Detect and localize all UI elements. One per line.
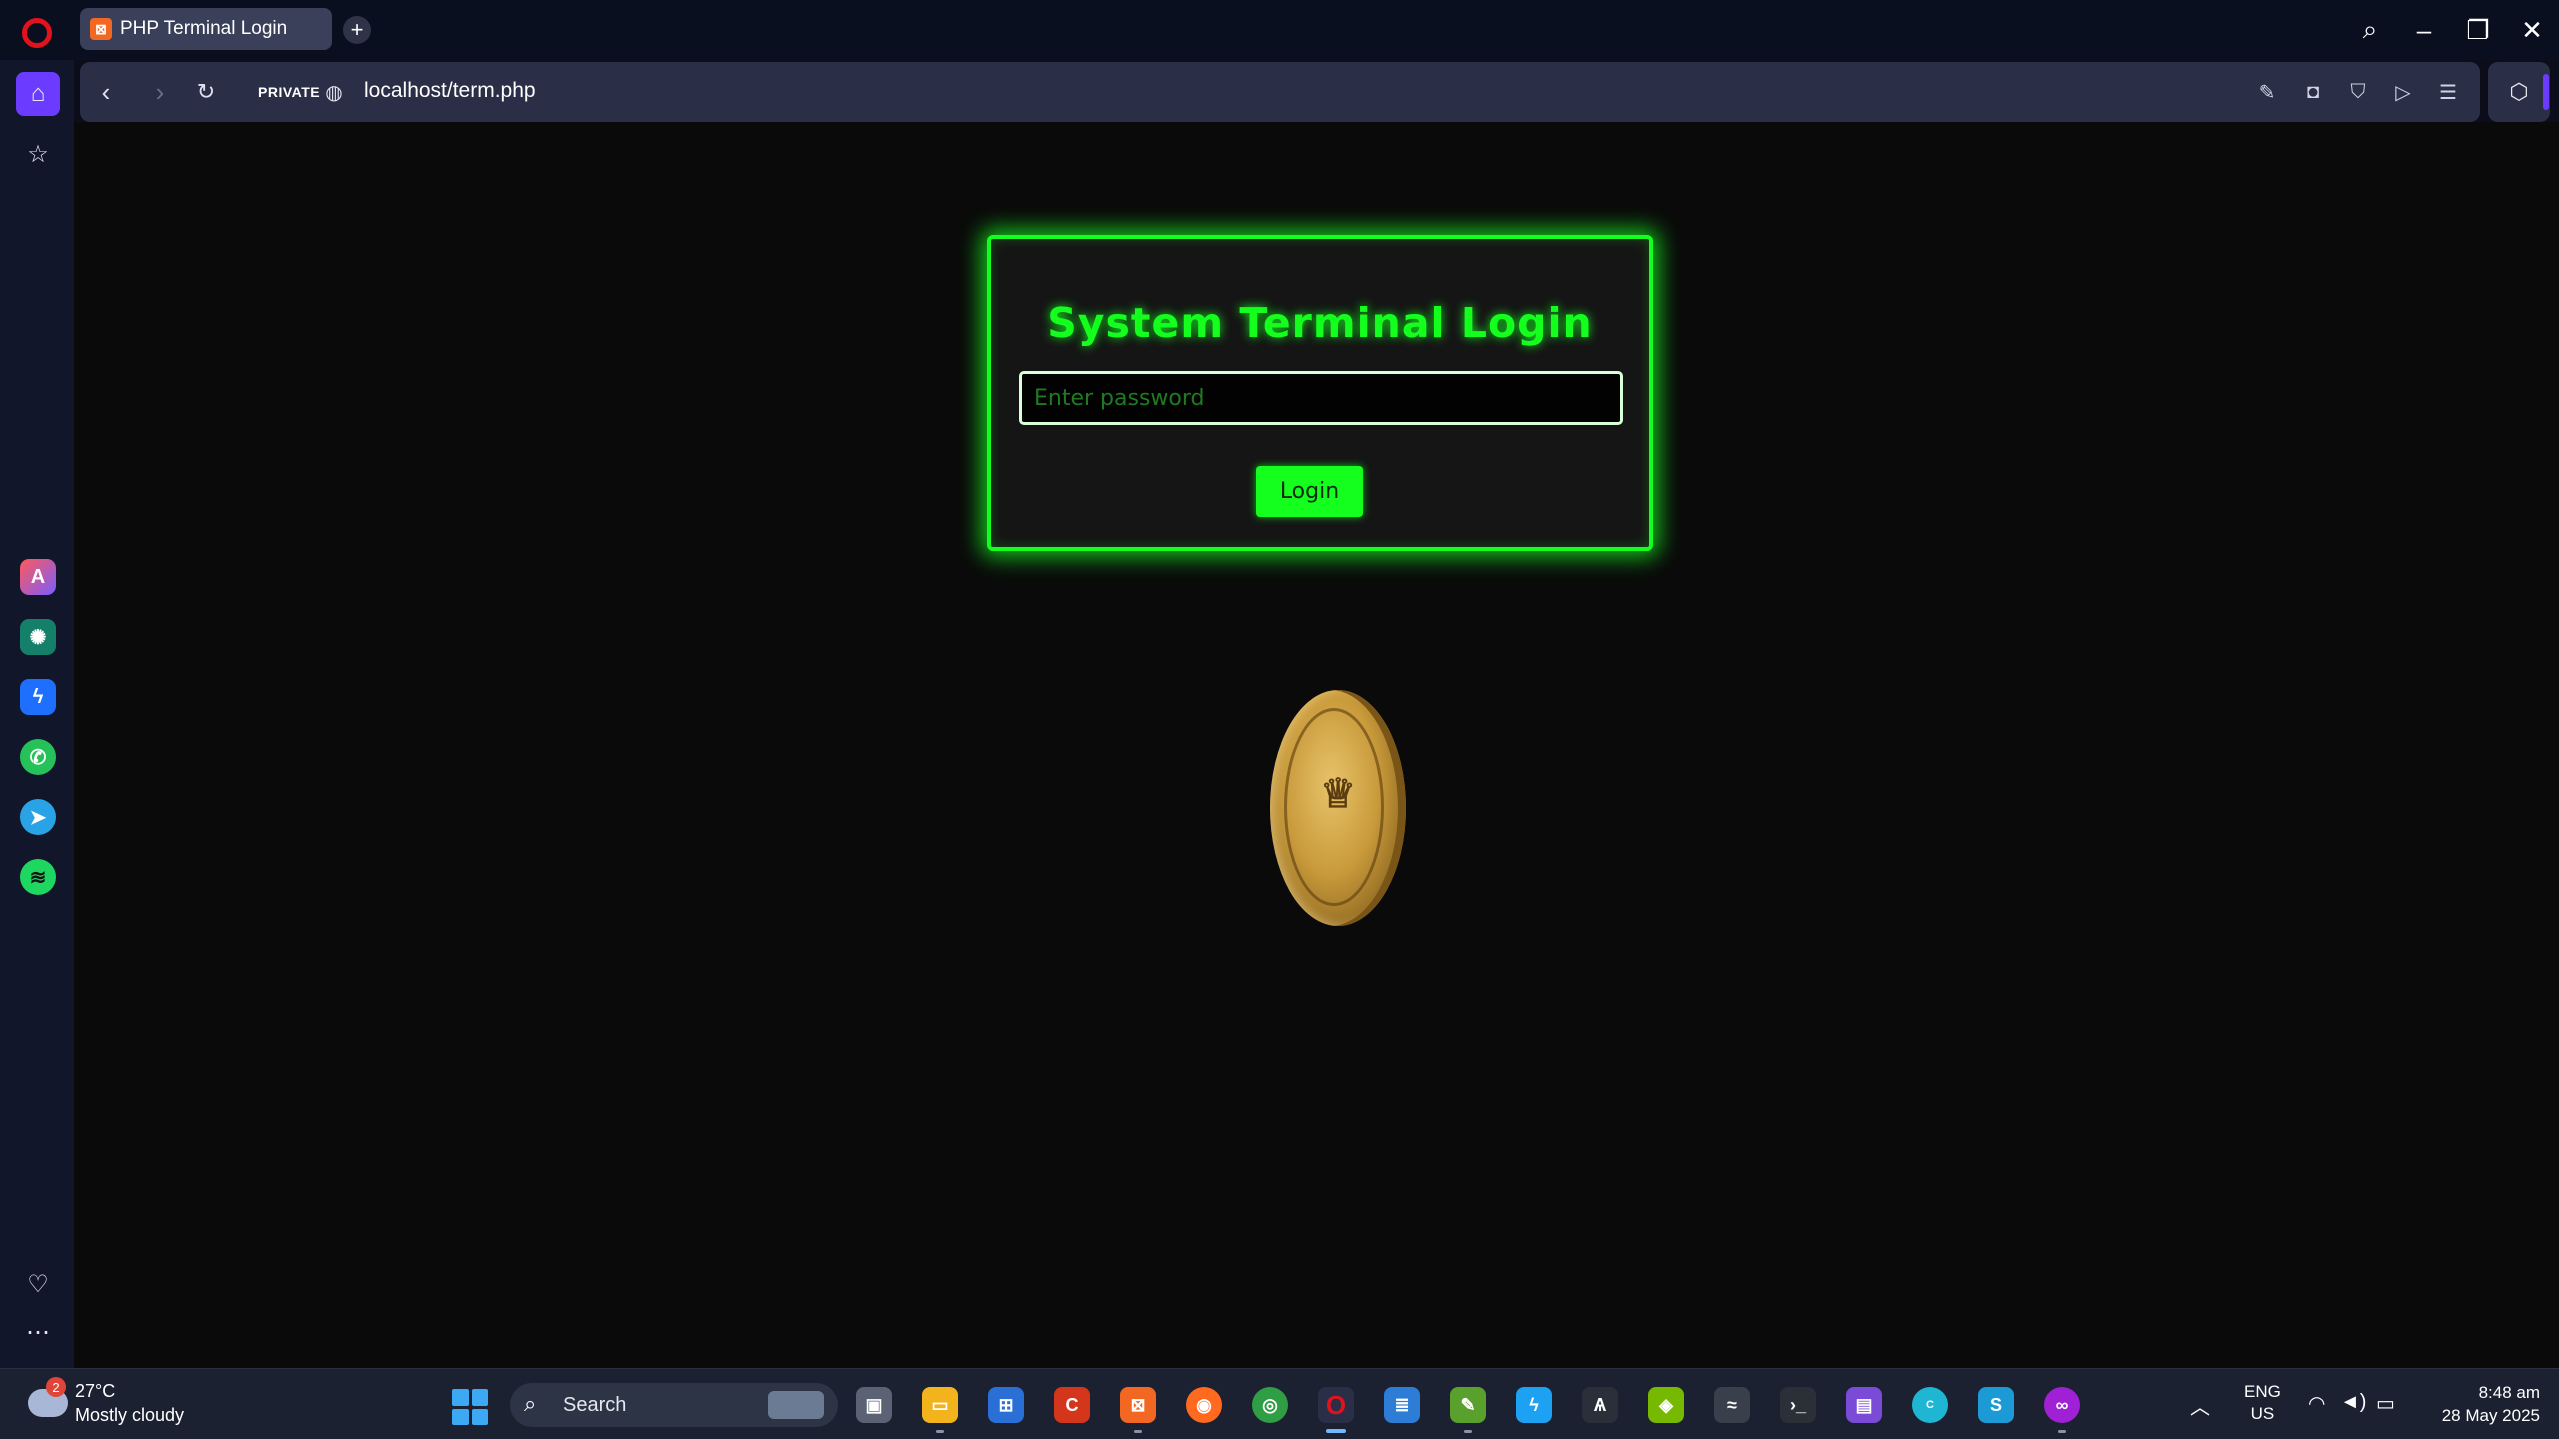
address-bar: ‹ › ↻ PRIVATE ◍ localhost/term.php ✎ ◘ ⛉… (80, 62, 2480, 122)
xampp-favicon-icon: ⊠ (90, 18, 112, 40)
browser-titlebar: ⊠ PHP Terminal Login + ⌕ – ❐ ✕ (0, 0, 2559, 60)
search-label: Search (563, 1394, 627, 1416)
easy-setup-icon[interactable]: ☰ (2433, 77, 2463, 107)
restore-button[interactable]: ❐ (2460, 12, 2496, 48)
power-automate-icon[interactable]: ϟ (1516, 1387, 1552, 1423)
tab-php-terminal-login[interactable]: ⊠ PHP Terminal Login (80, 8, 332, 50)
search-icon: ⌕ (524, 1391, 537, 1416)
clock-time: 8:48 am (2478, 1383, 2540, 1402)
aria-app-icon[interactable]: A (20, 559, 56, 595)
language-indicator[interactable]: ENG US (2244, 1381, 2281, 1425)
telegram-app-icon[interactable]: ➤ (20, 799, 56, 835)
chrome-icon[interactable]: ◎ (1252, 1387, 1288, 1423)
camera-icon[interactable]: ◘ (2298, 77, 2328, 107)
chatgpt-app-icon[interactable]: ✺ (20, 619, 56, 655)
url-field[interactable]: localhost/term.php (364, 79, 536, 103)
messenger-app-icon[interactable]: ϟ (20, 679, 56, 715)
shield-icon[interactable]: ⛉ (2343, 77, 2373, 107)
browser-sidebar: ⌂ ☆ A ✺ ϟ ✆ ➤ ≋ ♡ ⋯ (0, 60, 74, 1368)
nvidia-icon[interactable]: ◈ (1648, 1387, 1684, 1423)
more-icon[interactable]: ⋯ (16, 1310, 60, 1354)
search-highlight-image (768, 1391, 824, 1419)
battery-icon[interactable]: ▭ (2376, 1391, 2395, 1416)
xampp-icon[interactable]: ⊠ (1120, 1387, 1156, 1423)
notepad-plus-plus-icon[interactable]: ✎ (1450, 1387, 1486, 1423)
new-tab-button[interactable]: + (343, 16, 371, 44)
reload-icon[interactable]: ↻ (190, 76, 222, 108)
minimize-button[interactable]: – (2406, 12, 2442, 48)
send-icon[interactable]: ▷ (2388, 77, 2418, 107)
file-explorer-icon[interactable]: ▭ (922, 1387, 958, 1423)
edit-icon[interactable]: ✎ (2252, 77, 2282, 107)
active-app-indicator (1326, 1429, 1346, 1433)
heart-icon[interactable]: ♡ (16, 1262, 60, 1306)
login-button[interactable]: Login (1256, 466, 1363, 517)
windows-taskbar: 2 27°C Mostly cloudy ⌕ Search ▣ ▭ ⊞ C ⊠ … (0, 1368, 2559, 1439)
back-icon[interactable]: ‹ (90, 76, 122, 108)
start-button[interactable] (452, 1389, 488, 1425)
vpn-mask-icon[interactable]: ∞ (2044, 1387, 2080, 1423)
password-field[interactable] (1019, 371, 1623, 425)
tab-title: PHP Terminal Login (120, 18, 288, 39)
globe-icon[interactable]: ◍ (318, 76, 350, 108)
coin-logo-image: ♕ (1270, 690, 1406, 926)
weather-temperature[interactable]: 27°C (75, 1381, 115, 1402)
firefox-icon[interactable]: ◉ (1186, 1387, 1222, 1423)
region-code: US (2250, 1404, 2275, 1423)
opera-menu-icon[interactable] (22, 18, 52, 48)
home-icon[interactable]: ⌂ (16, 72, 60, 116)
predator-sense-icon[interactable]: Ѧ (1582, 1387, 1618, 1423)
page-viewport: System Terminal Login Login ♕ (74, 122, 2559, 1368)
coin-monogram-icon: ♕ (1320, 770, 1356, 817)
private-badge: PRIVATE (258, 84, 321, 100)
task-view-icon[interactable]: ▣ (856, 1387, 892, 1423)
running-app-indicator (1464, 1430, 1472, 1433)
search-tabs-icon[interactable]: ⌕ (2352, 12, 2388, 48)
surfshark-icon[interactable]: S (1978, 1387, 2014, 1423)
whatsapp-app-icon[interactable]: ✆ (20, 739, 56, 775)
running-app-indicator (1134, 1430, 1142, 1433)
volume-icon[interactable]: ◄) (2340, 1391, 2366, 1414)
login-card: System Terminal Login Login (987, 235, 1653, 551)
page-title: System Terminal Login (1047, 299, 1593, 347)
canva-icon[interactable]: C (1912, 1387, 1948, 1423)
weather-description[interactable]: Mostly cloudy (75, 1405, 184, 1426)
clock[interactable]: 8:48 am 28 May 2025 (2400, 1381, 2540, 1427)
wifi-icon[interactable]: ◠ (2308, 1391, 2325, 1416)
notepad-icon[interactable]: ≣ (1384, 1387, 1420, 1423)
sidebar-accent (2543, 74, 2549, 110)
star-icon[interactable]: ☆ (16, 132, 60, 176)
forward-icon[interactable]: › (144, 76, 176, 108)
clock-date: 28 May 2025 (2441, 1406, 2540, 1425)
opera-taskbar-icon[interactable]: O (1318, 1387, 1354, 1423)
close-button[interactable]: ✕ (2514, 12, 2550, 48)
microsoft-store-icon[interactable]: ⊞ (988, 1387, 1024, 1423)
clipchamp-icon[interactable]: ▤ (1846, 1387, 1882, 1423)
running-app-indicator (2058, 1430, 2066, 1433)
spotify-app-icon[interactable]: ≋ (20, 859, 56, 895)
ccleaner-icon[interactable]: C (1054, 1387, 1090, 1423)
wireshark-icon[interactable]: ≈ (1714, 1387, 1750, 1423)
show-hidden-icons-chevron-icon[interactable]: ︿ (2190, 1391, 2210, 1420)
taskbar-search[interactable]: ⌕ Search (510, 1383, 838, 1427)
running-app-indicator (936, 1430, 944, 1433)
weather-badge: 2 (46, 1377, 66, 1397)
terminal-icon[interactable]: ›_ (1780, 1387, 1816, 1423)
language-code: ENG (2244, 1382, 2281, 1401)
extensions-icon[interactable]: ⬡ (2488, 62, 2550, 122)
